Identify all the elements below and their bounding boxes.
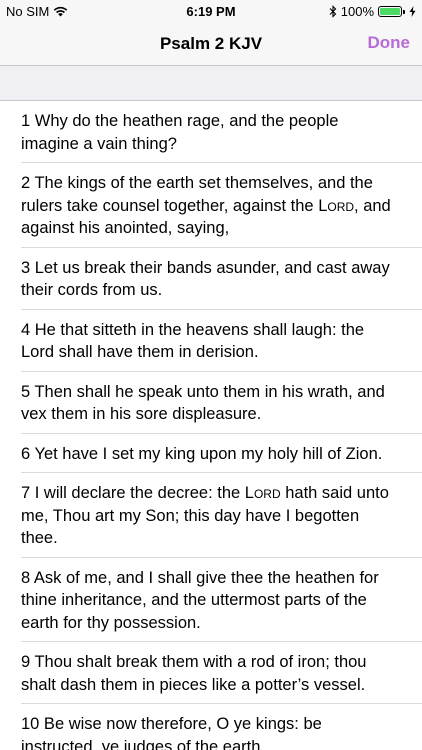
verse-text: 9 Thou shalt break them with a rod of ir… [21,653,367,694]
verse-row[interactable]: 4 He that sitteth in the heavens shall l… [0,310,422,372]
battery-level-fill [380,8,400,15]
status-bar: No SIM 6:19 PM 100% [0,0,422,24]
lord-smallcaps: Lord [244,484,281,502]
verse-text: 5 Then shall he speak unto them in his w… [21,382,385,424]
verse-text: 1 Why do the heathen rage, and the peopl… [21,112,339,153]
charging-icon [409,6,416,17]
verse-row[interactable]: 1 Why do the heathen rage, and the peopl… [0,101,422,163]
verse-row[interactable]: 6 Yet have I set my king upon my holy hi… [0,434,422,474]
verse-list: 1 Why do the heathen rage, and the peopl… [0,101,422,750]
status-right: 100% [329,4,416,19]
verse-row[interactable]: 10 Be wise now therefore, O ye kings: be… [0,704,422,750]
done-button[interactable]: Done [368,33,411,53]
screen: No SIM 6:19 PM 100% Psalm 2 KJV Done 1 W… [0,0,422,750]
battery-icon [378,6,402,17]
lord-smallcaps: Lord [318,196,355,215]
bluetooth-icon [329,5,337,18]
verse-row[interactable]: 7 I will declare the decree: the Lord ha… [0,473,422,558]
verse-text: 10 Be wise now therefore, O ye kings: be… [21,715,322,750]
navigation-bar: Psalm 2 KJV Done [0,24,422,66]
verse-text: 6 Yet have I set my king upon my holy hi… [21,444,383,463]
verse-text: 3 Let us break their bands asunder, and … [21,258,390,300]
verse-text: 8 Ask of me, and I shall give thee the h… [21,568,379,632]
verse-row[interactable]: 2 The kings of the earth set themselves,… [0,163,422,248]
verse-text: 4 He that sitteth in the heavens shall l… [21,320,365,362]
verse-row[interactable]: 5 Then shall he speak unto them in his w… [0,372,422,434]
battery-cap [403,9,405,14]
verse-row[interactable]: 9 Thou shalt break them with a rod of ir… [0,642,422,704]
verse-text-before: 7 I will declare the decree: the [21,484,245,502]
page-title: Psalm 2 KJV [159,34,263,53]
section-header [0,66,422,101]
battery-percent: 100% [340,4,374,19]
verse-row[interactable]: 3 Let us break their bands asunder, and … [0,248,422,310]
verse-row[interactable]: 8 Ask of me, and I shall give thee the h… [0,558,422,643]
